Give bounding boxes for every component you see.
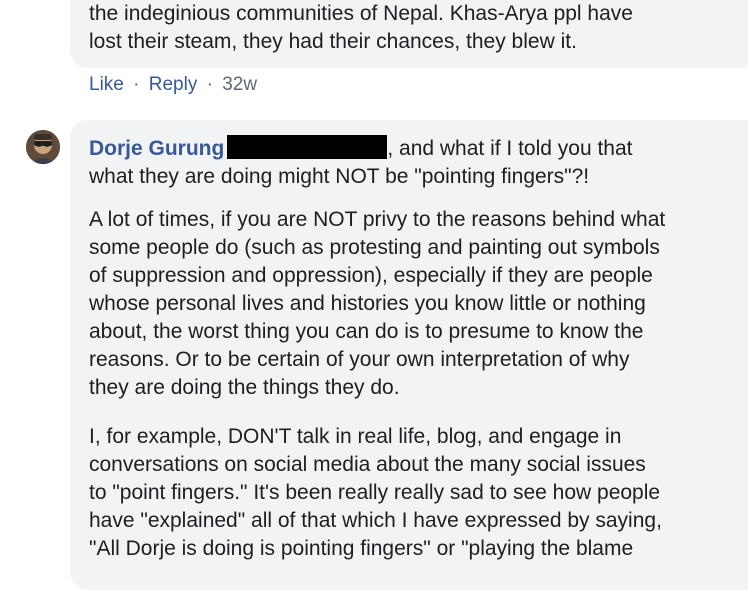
comment-line: to "point fingers." It's been really rea… [89, 481, 661, 504]
reply-link[interactable]: Reply [149, 74, 198, 95]
comment-line: A lot of times, if you are NOT privy to … [89, 208, 666, 231]
comment-line: the indeginious communities of Nepal. Kh… [89, 2, 633, 25]
comment-line: reasons. Or to be certain of your own in… [89, 348, 630, 371]
comment-line: "All Dorje is doing is pointing fingers"… [89, 537, 634, 560]
profile-picture-icon [26, 130, 60, 164]
separator: · [206, 74, 213, 95]
comment-text: what they are doing might NOT be "pointi… [89, 163, 744, 191]
comment-line: of suppression and oppression), especial… [89, 264, 653, 287]
comment-header: Dorje Gurung , and what if I told you tha… [89, 135, 633, 163]
redacted-mention [227, 135, 388, 159]
comment-actions: Like · Reply · 32w [89, 73, 257, 97]
comment-line: what they are doing might NOT be "pointi… [89, 165, 590, 188]
comment-line: conversations on social media about the … [89, 453, 646, 476]
author-name-link[interactable]: Dorje Gurung [89, 137, 224, 160]
previous-comment-text: the indeginious communities of Nepal. Kh… [89, 0, 744, 56]
comment-line: I, for example, DON'T talk in real life,… [89, 425, 622, 448]
avatar[interactable] [26, 130, 60, 164]
separator: · [133, 74, 140, 95]
comment-line: about, the worst thing you can do is to … [89, 320, 644, 343]
like-link[interactable]: Like [89, 74, 124, 95]
comment-line: , and what if I told you that [387, 137, 633, 160]
comment-paragraph: A lot of times, if you are NOT privy to … [89, 206, 744, 402]
comment-line: whose personal lives and histories you k… [89, 292, 646, 315]
comment-paragraph: I, for example, DON'T talk in real life,… [89, 423, 744, 563]
comment-line: some people do (such as protesting and p… [89, 236, 660, 259]
comment-line: have "explained" all of that which I hav… [89, 509, 662, 532]
comment-line: lost their steam, they had their chances… [89, 30, 577, 53]
comment-line: they are doing the things they do. [89, 376, 400, 399]
timestamp-link[interactable]: 32w [222, 74, 257, 95]
